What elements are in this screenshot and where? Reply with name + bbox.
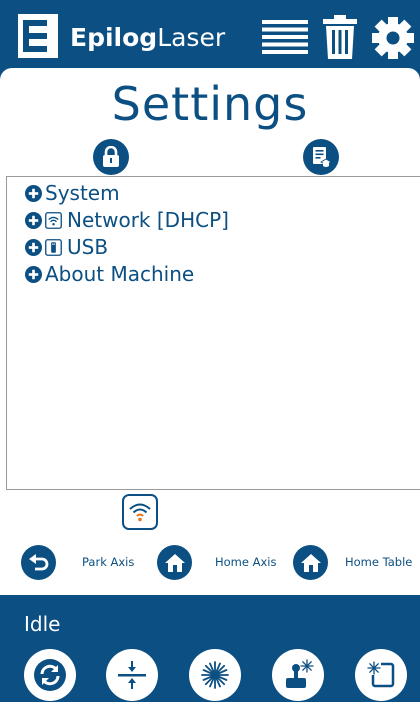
- app-header: EpilogLaser: [0, 0, 420, 70]
- focus-icon: [118, 661, 146, 689]
- machine-status: Idle: [24, 612, 61, 636]
- refresh-icon: [34, 659, 66, 691]
- home-table-label: Home Table: [345, 555, 413, 569]
- park-axis-label: Park Axis: [82, 555, 135, 569]
- tree-item-about-machine[interactable]: About Machine: [25, 261, 194, 287]
- jog-button[interactable]: [272, 649, 324, 701]
- certificate-document-icon: [313, 147, 332, 167]
- wifi-signal-icon: [129, 503, 151, 522]
- plus-circle-icon[interactable]: [25, 184, 42, 202]
- brand-light: Laser: [157, 23, 226, 52]
- home-icon: [300, 553, 321, 572]
- settings-tree: System Network [DHCP] USB About Machine: [6, 176, 420, 490]
- epilog-logo-icon: [18, 14, 58, 58]
- laser-fire-icon: [201, 661, 229, 689]
- certificate-button[interactable]: [303, 139, 339, 175]
- plus-circle-icon[interactable]: [25, 211, 42, 229]
- lock-icon: [103, 146, 119, 167]
- plus-circle-icon[interactable]: [25, 265, 42, 283]
- job-list-icon[interactable]: [262, 20, 308, 54]
- home-axis-button[interactable]: [157, 545, 192, 580]
- usb-drive-icon: [45, 238, 62, 256]
- tree-item-label: USB: [67, 235, 109, 259]
- laser-fire-button[interactable]: [189, 649, 241, 701]
- tree-item-system[interactable]: System: [25, 180, 120, 206]
- wifi-status-button[interactable]: [122, 494, 158, 530]
- focus-button[interactable]: [106, 649, 158, 701]
- tree-item-network[interactable]: Network [DHCP]: [25, 207, 229, 233]
- park-axis-button[interactable]: [21, 545, 56, 580]
- home-icon: [164, 553, 185, 572]
- trash-icon[interactable]: [323, 15, 357, 59]
- plus-circle-icon[interactable]: [25, 238, 42, 256]
- home-table-button[interactable]: [293, 545, 328, 580]
- jog-joystick-icon: [286, 659, 314, 688]
- frame-trace-button[interactable]: [355, 649, 407, 701]
- tree-item-label: System: [45, 181, 120, 205]
- gear-icon[interactable]: [372, 17, 414, 59]
- frame-trace-icon: [367, 661, 395, 688]
- brand-bold: Epilog: [70, 23, 158, 52]
- tree-item-usb[interactable]: USB: [25, 234, 108, 260]
- home-axis-label: Home Axis: [215, 555, 277, 569]
- return-arrow-icon: [28, 553, 48, 570]
- tree-item-label: Network [DHCP]: [67, 208, 229, 232]
- lock-button[interactable]: [93, 139, 129, 175]
- tree-item-label: About Machine: [45, 262, 195, 286]
- brand-name: EpilogLaser: [70, 23, 225, 53]
- page-title: Settings: [111, 77, 309, 131]
- refresh-button[interactable]: [24, 649, 76, 701]
- wifi-icon: [45, 211, 62, 229]
